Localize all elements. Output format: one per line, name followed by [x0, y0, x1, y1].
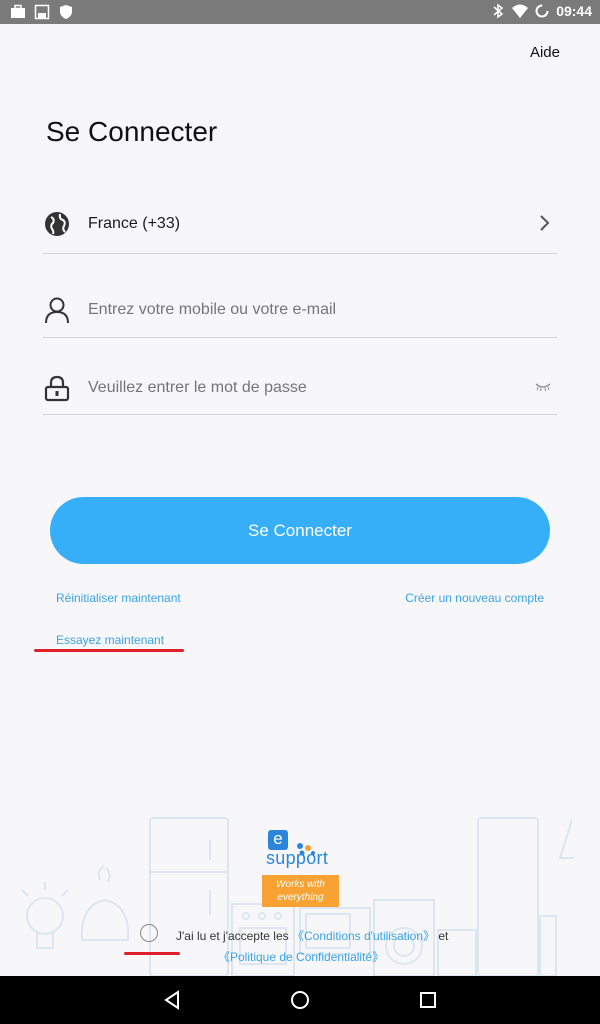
country-value: France (+33): [88, 214, 181, 232]
help-link[interactable]: Aide: [530, 44, 560, 61]
agreement-text: J'ai lu et j'accepte les 《Conditions d'u…: [176, 929, 449, 943]
sync-icon: [535, 4, 549, 18]
home-icon[interactable]: [288, 988, 312, 1012]
account-input[interactable]: [88, 300, 508, 319]
page-title: Se Connecter: [46, 116, 218, 147]
account-field-row: [43, 282, 557, 338]
navigation-bar: [0, 976, 600, 1024]
logo-letter: e: [268, 830, 288, 850]
password-field-row: [43, 362, 557, 415]
status-bar: 09:44: [0, 0, 600, 24]
wifi-icon: [512, 4, 529, 18]
chevron-right-icon: [540, 215, 550, 231]
password-input[interactable]: [88, 379, 508, 397]
user-icon: [43, 296, 71, 324]
login-button[interactable]: Se Connecter: [50, 497, 550, 564]
eye-closed-icon[interactable]: [535, 382, 551, 392]
lock-icon: [43, 374, 71, 402]
try-now-link[interactable]: Essayez maintenant: [56, 633, 164, 647]
globe-icon: [43, 210, 71, 238]
red-underline-annotation-2: [124, 952, 180, 955]
status-right: 09:44: [490, 3, 592, 19]
logo-tagline: Works with everything: [262, 875, 339, 907]
briefcase-icon: [11, 4, 25, 18]
reset-password-link[interactable]: Réinitialiser maintenant: [56, 591, 181, 605]
status-time: 09:44: [556, 3, 592, 19]
back-icon[interactable]: [160, 988, 184, 1012]
shield-icon: [60, 5, 72, 19]
agreement-radio[interactable]: [140, 924, 158, 942]
status-left-icons: [10, 4, 74, 20]
country-selector[interactable]: France (+33): [43, 194, 557, 254]
save-icon: [34, 4, 50, 20]
create-account-link[interactable]: Créer un nouveau compte: [405, 591, 544, 605]
logo-word: support: [266, 848, 329, 868]
recents-icon[interactable]: [416, 988, 440, 1012]
red-underline-annotation: [34, 649, 184, 652]
bluetooth-icon: [493, 3, 504, 19]
terms-link[interactable]: 《Conditions d'utilisation》: [292, 929, 435, 943]
privacy-link[interactable]: 《Politique de Confidentialité》: [218, 948, 384, 965]
